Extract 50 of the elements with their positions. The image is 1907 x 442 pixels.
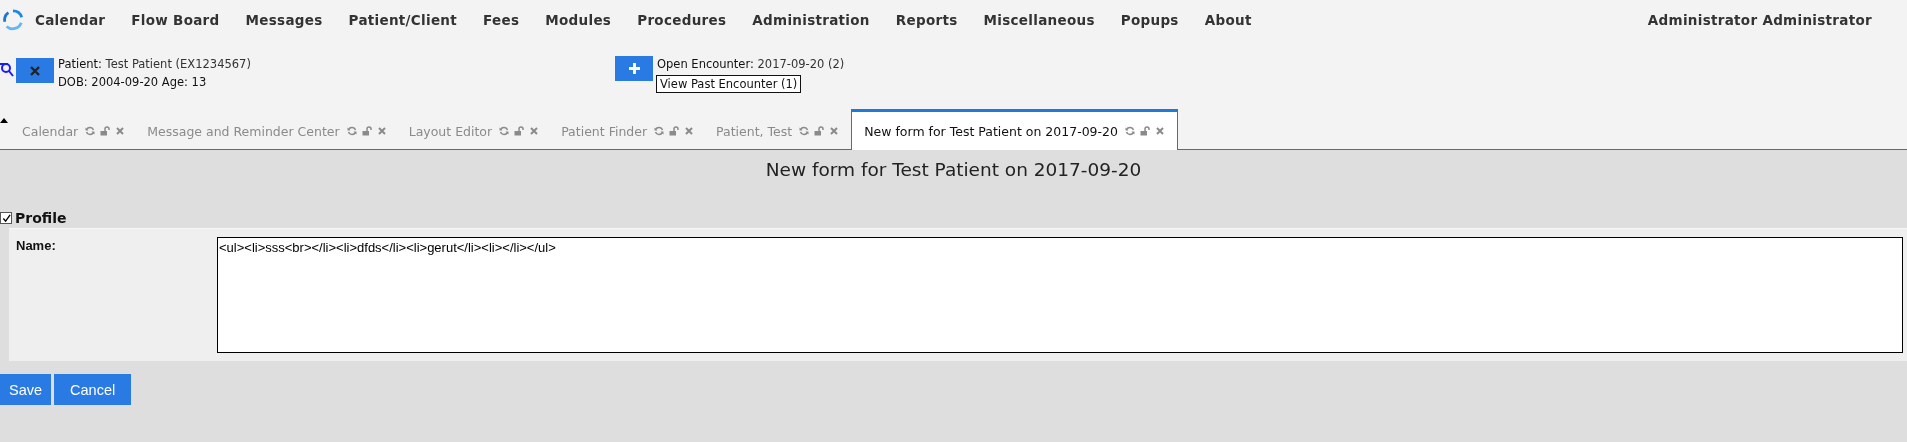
collapse-icon[interactable] <box>0 118 8 123</box>
close-icon[interactable] <box>829 126 840 136</box>
form-title: New form for Test Patient on 2017-09-20 <box>764 159 1143 182</box>
menu-item[interactable]: Flow Board <box>131 12 220 28</box>
unlock-icon[interactable] <box>814 126 825 136</box>
menu-item[interactable]: Reports <box>895 12 958 28</box>
menu-item[interactable]: Messages <box>245 12 323 28</box>
close-icon[interactable] <box>115 126 126 136</box>
menu-item[interactable]: Popups <box>1120 12 1179 28</box>
add-encounter-button[interactable] <box>615 56 653 81</box>
menu-item[interactable]: Miscellaneous <box>983 12 1095 28</box>
refresh-icon[interactable] <box>1124 126 1135 136</box>
close-icon[interactable] <box>529 126 540 136</box>
tab[interactable]: New form for Test Patient on 2017-09-20 <box>851 109 1178 150</box>
field-label: Name: <box>16 237 57 253</box>
unlock-icon[interactable] <box>514 126 525 136</box>
section-label: Profile <box>15 210 67 226</box>
menu-item[interactable]: About <box>1204 12 1252 28</box>
menu-item[interactable]: Fees <box>483 12 520 28</box>
user-menu[interactable]: Administrator Administrator <box>1647 12 1872 28</box>
text-area[interactable]: <ul><li>sss<br></li><li>dfds</li><li>gerut</li><li></li></ul> <box>217 237 1903 353</box>
logo-icon <box>2 9 24 31</box>
menu-item[interactable]: Procedures <box>637 12 727 28</box>
menu-item[interactable]: Calendar <box>35 12 106 28</box>
menu-item[interactable]: Administration <box>752 12 870 28</box>
past-encounter-link[interactable]: View Past Encounter (1) <box>656 75 802 93</box>
unlock-icon[interactable] <box>361 126 372 136</box>
cancel-button[interactable]: Cancel <box>54 374 132 405</box>
close-patient-button[interactable] <box>16 58 54 83</box>
close-icon[interactable] <box>1154 126 1165 136</box>
menu-item[interactable]: Patient/Client <box>348 12 458 28</box>
section-checkbox[interactable] <box>0 212 12 224</box>
unlock-icon[interactable] <box>100 126 111 136</box>
close-icon[interactable] <box>684 126 695 136</box>
plus-icon <box>628 63 640 74</box>
save-button[interactable]: Save <box>0 374 52 405</box>
patient-name: Patient: Test Patient (EX1234567) <box>58 57 252 71</box>
refresh-icon[interactable] <box>499 126 510 136</box>
refresh-icon[interactable] <box>799 126 810 136</box>
unlock-icon[interactable] <box>1139 126 1150 136</box>
refresh-icon[interactable] <box>346 126 357 136</box>
close-icon[interactable] <box>376 126 387 136</box>
unlock-icon[interactable] <box>669 126 680 136</box>
close-icon <box>30 65 40 76</box>
patient-dob: DOB: 2004-09-20 Age: 13 <box>58 75 208 89</box>
menu-item[interactable]: Modules <box>545 12 612 28</box>
search-icon[interactable] <box>0 61 14 79</box>
refresh-icon[interactable] <box>654 126 665 136</box>
open-encounter: Open Encounter: 2017-09-20 (2) <box>657 57 845 71</box>
refresh-icon[interactable] <box>85 126 96 136</box>
